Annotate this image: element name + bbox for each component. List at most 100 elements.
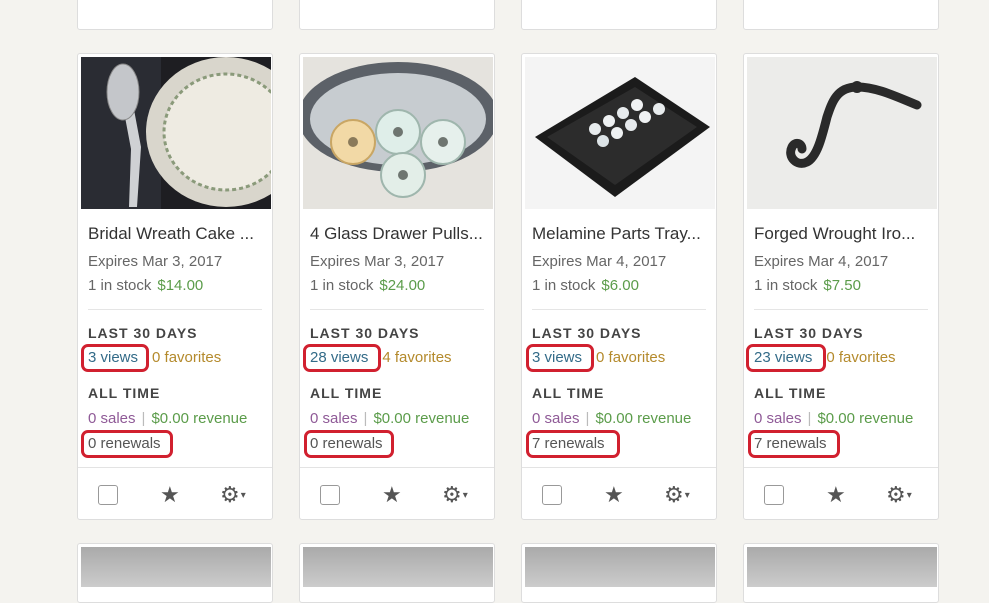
chevron-down-icon: ▾	[240, 489, 246, 501]
separator: |	[585, 410, 590, 427]
stats-all-time: 0 sales | $0.00 revenue	[310, 410, 469, 427]
stock-count: 1 in stock	[88, 277, 152, 294]
highlight-box-renewals	[526, 430, 620, 458]
revenue: $0.00 revenue	[817, 410, 914, 427]
highlight-box-views	[81, 344, 149, 372]
listing-title[interactable]: 4 Glass Drawer Pulls...	[310, 224, 490, 244]
section-heading-last-30-days: LAST 30 DAYS	[88, 325, 198, 341]
highlight-box-views	[526, 344, 594, 372]
sales-count: 0 sales	[532, 410, 580, 427]
divider	[754, 309, 928, 310]
listing-thumbnail[interactable]	[303, 547, 493, 587]
stock-count: 1 in stock	[532, 277, 596, 294]
highlight-box-renewals	[748, 430, 840, 458]
listing-card: Bridal Wreath Cake ... Expires Mar 3, 20…	[77, 53, 273, 520]
revenue: $0.00 revenue	[595, 410, 692, 427]
stock-count: 1 in stock	[754, 277, 818, 294]
section-heading-all-time: ALL TIME	[532, 385, 605, 401]
gear-icon[interactable]: ⚙▾	[664, 483, 690, 506]
listing-card-partial-bottom	[299, 543, 495, 603]
section-heading-all-time: ALL TIME	[88, 385, 161, 401]
gear-icon[interactable]: ⚙▾	[886, 483, 912, 506]
listing-card-partial-top: ★ ⚙▾	[77, 0, 273, 30]
listing-thumbnail[interactable]	[747, 547, 937, 587]
listing-card-partial-bottom	[521, 543, 717, 603]
listing-thumbnail[interactable]	[81, 547, 271, 587]
card-toolbar: ★ ⚙▾	[522, 467, 716, 521]
stats-all-time: 0 sales | $0.00 revenue	[532, 410, 691, 427]
card-toolbar: ★ ⚙▾	[522, 0, 716, 2]
star-icon[interactable]: ★	[826, 483, 846, 506]
revenue: $0.00 revenue	[151, 410, 248, 427]
select-checkbox[interactable]	[764, 484, 784, 505]
divider	[532, 309, 706, 310]
section-heading-last-30-days: LAST 30 DAYS	[310, 325, 420, 341]
gear-icon[interactable]: ⚙▾	[220, 483, 246, 506]
section-heading-all-time: ALL TIME	[754, 385, 827, 401]
highlight-box-renewals	[81, 430, 173, 458]
listing-expiry: Expires Mar 3, 2017	[88, 253, 223, 270]
star-icon[interactable]: ★	[160, 483, 180, 506]
sales-count: 0 sales	[754, 410, 802, 427]
listing-title[interactable]: Forged Wrought Iro...	[754, 224, 934, 244]
card-toolbar: ★ ⚙▾	[78, 467, 272, 521]
listing-thumbnail[interactable]	[525, 57, 715, 209]
favorites-count: 0 favorites	[152, 349, 222, 366]
separator: |	[363, 410, 368, 427]
star-icon[interactable]: ★	[604, 483, 624, 506]
listing-title[interactable]: Melamine Parts Tray...	[532, 224, 712, 244]
select-checkbox[interactable]	[542, 484, 562, 505]
card-toolbar: ★ ⚙▾	[300, 0, 494, 2]
highlight-box-views	[303, 344, 381, 372]
listing-stock-price: 1 in stock $14.00	[88, 277, 203, 294]
listing-expiry: Expires Mar 4, 2017	[754, 253, 889, 270]
listing-card-partial-top: ★ ⚙▾	[299, 0, 495, 30]
gear-icon[interactable]: ⚙▾	[442, 483, 468, 506]
listing-thumbnail[interactable]	[81, 57, 271, 209]
card-toolbar: ★ ⚙▾	[744, 467, 938, 521]
card-toolbar: ★ ⚙▾	[300, 467, 494, 521]
section-heading-all-time: ALL TIME	[310, 385, 383, 401]
listing-card: Forged Wrought Iro... Expires Mar 4, 201…	[743, 53, 939, 520]
listing-thumbnail[interactable]	[303, 57, 493, 209]
listing-expiry: Expires Mar 4, 2017	[532, 253, 667, 270]
stats-all-time: 0 sales | $0.00 revenue	[754, 410, 913, 427]
highlight-box-views	[746, 344, 826, 372]
price: $7.50	[823, 277, 861, 294]
chevron-down-icon: ▾	[462, 489, 468, 501]
listing-expiry: Expires Mar 3, 2017	[310, 253, 445, 270]
stats-all-time: 0 sales | $0.00 revenue	[88, 410, 247, 427]
favorites-count: 0 favorites	[596, 349, 666, 366]
sales-count: 0 sales	[88, 410, 136, 427]
stock-count: 1 in stock	[310, 277, 374, 294]
separator: |	[807, 410, 812, 427]
card-toolbar: ★ ⚙▾	[744, 0, 938, 2]
select-checkbox[interactable]	[98, 484, 118, 505]
listing-stock-price: 1 in stock $24.00	[310, 277, 425, 294]
listing-card: 4 Glass Drawer Pulls... Expires Mar 3, 2…	[299, 53, 495, 520]
revenue: $0.00 revenue	[373, 410, 470, 427]
price: $14.00	[157, 277, 204, 294]
sales-count: 0 sales	[310, 410, 358, 427]
listing-thumbnail[interactable]	[747, 57, 937, 209]
section-heading-last-30-days: LAST 30 DAYS	[754, 325, 864, 341]
select-checkbox[interactable]	[320, 484, 340, 505]
price: $24.00	[379, 277, 426, 294]
favorites-count: 0 favorites	[826, 349, 896, 366]
listing-title[interactable]: Bridal Wreath Cake ...	[88, 224, 268, 244]
highlight-box-renewals	[304, 430, 394, 458]
section-heading-last-30-days: LAST 30 DAYS	[532, 325, 642, 341]
chevron-down-icon: ▾	[684, 489, 690, 501]
star-icon[interactable]: ★	[382, 483, 402, 506]
card-toolbar: ★ ⚙▾	[78, 0, 272, 2]
listing-stock-price: 1 in stock $6.00	[532, 277, 639, 294]
divider	[310, 309, 484, 310]
listing-card: Melamine Parts Tray... Expires Mar 4, 20…	[521, 53, 717, 520]
listing-stock-price: 1 in stock $7.50	[754, 277, 861, 294]
listing-thumbnail[interactable]	[525, 547, 715, 587]
divider	[88, 309, 262, 310]
separator: |	[141, 410, 146, 427]
listing-card-partial-top: ★ ⚙▾	[743, 0, 939, 30]
listing-card-partial-top: ★ ⚙▾	[521, 0, 717, 30]
listing-card-partial-bottom	[77, 543, 273, 603]
